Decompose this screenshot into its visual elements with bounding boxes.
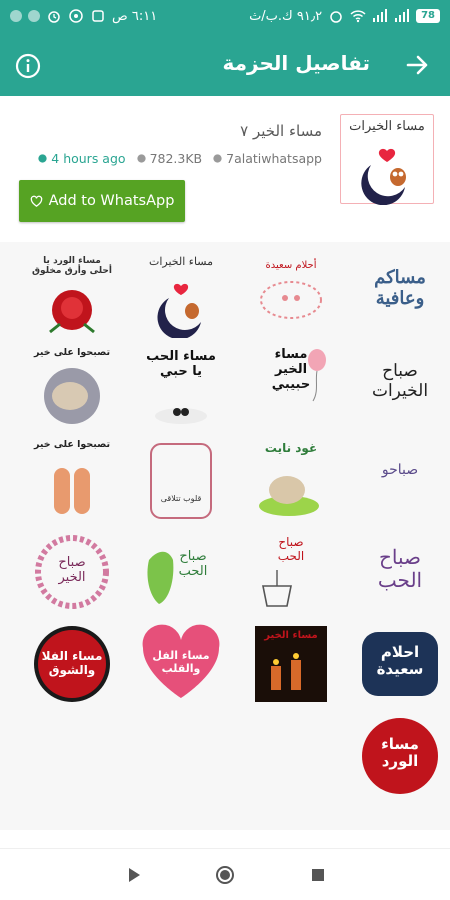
publisher-info: 7alatiwhatsapp — [212, 151, 322, 166]
sticker[interactable]: مساء الخير — [249, 622, 333, 706]
sticker[interactable]: مساء الخيرات — [139, 254, 223, 338]
sticker-text: احلام سعيدة — [376, 643, 424, 679]
sticker[interactable]: قلوب تتلاقى — [139, 438, 223, 522]
pack-details: مساء الخيرات مساء الخير ٧ 4 hours ago 78… — [0, 96, 450, 242]
notification-icon — [92, 10, 104, 22]
updated-time: 4 hours ago — [51, 151, 126, 166]
sticker[interactable]: صباح الخير — [30, 530, 114, 614]
floral-frame-icon — [150, 443, 212, 519]
network-speed: ٩١٫٢ ك.ب/ث — [249, 8, 323, 24]
add-button-label: Add to WhatsApp — [48, 193, 175, 209]
wifi-icon — [350, 10, 366, 23]
notification-dot-icon — [10, 10, 22, 22]
home-circle-icon[interactable] — [215, 865, 235, 885]
sticker-text: صباح الخير — [58, 555, 86, 585]
rose-icon — [49, 290, 95, 334]
whatsapp-icon — [69, 9, 83, 23]
sticker[interactable]: احلام سعيدة — [358, 622, 442, 706]
sticker-text: مساكم وعافية — [374, 267, 426, 309]
flower-icon — [213, 154, 222, 163]
cloud-icon — [260, 281, 322, 319]
sticker-text: مساء الفل والقلب — [152, 649, 210, 675]
sticker[interactable]: مساء الورد — [358, 714, 442, 798]
sticker-text: مساء الورد — [381, 735, 419, 771]
sticker[interactable]: صباح الحب — [139, 530, 223, 614]
sticker[interactable]: مساكم وعافية — [358, 254, 442, 338]
sticker[interactable]: تصبحوا على خير — [30, 438, 114, 522]
size-info: 782.3KB — [136, 151, 203, 166]
app-bar: تفاصيل الحزمة — [0, 34, 450, 96]
pack-meta: 4 hours ago 782.3KB 7alatiwhatsapp — [37, 151, 322, 166]
publisher: 7alatiwhatsapp — [226, 151, 322, 166]
signal-icon — [373, 9, 388, 22]
sticker-text: صباحو — [381, 462, 419, 478]
flower-icon — [136, 154, 146, 163]
couple-icon — [155, 408, 207, 424]
info-icon[interactable] — [14, 52, 42, 80]
signal-icon — [395, 9, 410, 22]
sticker[interactable]: مساء الفل والقلب — [139, 622, 223, 706]
sticker[interactable]: تصبحوا على خير — [30, 346, 114, 430]
sticker-text: قلوب تتلاقى — [160, 494, 202, 503]
status-bar: ٦:١١ ص ٩١٫٢ ك.ب/ث 78 — [0, 0, 450, 34]
sticker-grid: مساء الورد يا أحلى وأرق مخلوق مساء الخير… — [0, 242, 450, 830]
sticker-text: صباح الحب — [377, 545, 423, 592]
sticker[interactable]: صباح الخيرات — [358, 346, 442, 430]
sticker[interactable]: صباح الحب — [358, 530, 442, 614]
heart-icon — [30, 195, 42, 207]
sticker[interactable]: مساء الورد يا أحلى وأرق مخلوق — [30, 254, 114, 338]
page-title: تفاصيل الحزمة — [222, 51, 370, 75]
sticker[interactable]: أحلام سعيدة — [249, 254, 333, 338]
status-right: ٩١٫٢ ك.ب/ث 78 — [249, 8, 440, 24]
cat-icon — [259, 476, 319, 516]
sleeping-baby-icon — [44, 368, 100, 424]
battery-level: 78 — [416, 9, 440, 23]
balloon-icon — [308, 349, 326, 402]
alarm-icon — [48, 11, 60, 23]
moon-owl-icon — [361, 148, 406, 205]
alarm-clock-icon — [330, 11, 342, 23]
sticker-text: مساء الفلا والشوق — [41, 649, 103, 677]
navigation-bar — [0, 848, 450, 900]
sticker[interactable]: مساء الحب يا حبي — [139, 346, 223, 430]
sticker[interactable]: غود نايت — [249, 438, 333, 522]
tray-image: مساء الخيرات — [340, 114, 434, 205]
updated-info: 4 hours ago — [37, 151, 126, 166]
pack-name: مساء الخير ٧ — [240, 122, 322, 140]
sticker-text: مساء الخير — [264, 630, 318, 641]
flower-pot-icon — [262, 570, 292, 607]
back-triangle-icon[interactable] — [124, 865, 144, 885]
sticker[interactable]: صباح الحب — [249, 530, 333, 614]
sticker[interactable]: صباحو — [358, 438, 442, 522]
back-arrow-icon[interactable] — [402, 50, 432, 80]
pack-size: 782.3KB — [149, 151, 203, 166]
moon-owl-icon — [157, 283, 201, 338]
flower-icon — [38, 154, 47, 163]
sticker-text: صباح الخيرات — [371, 361, 429, 401]
fingers-icon — [54, 468, 90, 514]
clock: ٦:١١ ص — [112, 8, 158, 24]
sticker[interactable]: مساء الخير حبيبي — [249, 346, 333, 430]
add-to-whatsapp-button[interactable]: Add to WhatsApp — [19, 180, 185, 222]
sticker[interactable]: مساء الفلا والشوق — [30, 622, 114, 706]
status-left: ٦:١١ ص — [10, 8, 157, 24]
recents-square-icon[interactable] — [308, 865, 328, 885]
notification-dot-icon — [28, 10, 40, 22]
sticker-text: صباح الحب — [178, 549, 208, 579]
